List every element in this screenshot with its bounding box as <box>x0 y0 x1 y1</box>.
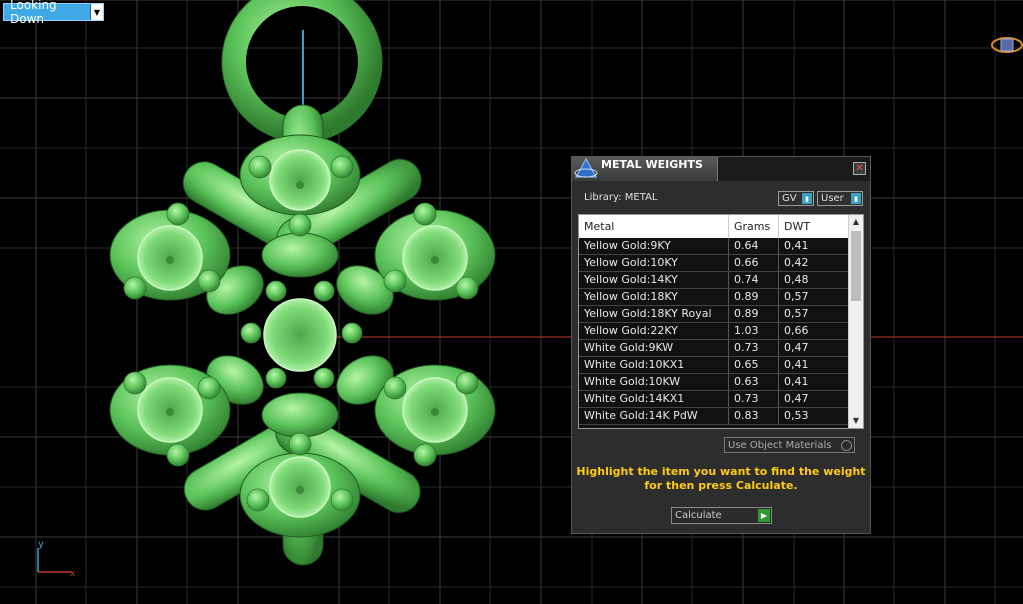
cell-grams: 0.83 <box>729 408 779 424</box>
dialog-title-tab: METAL WEIGHTS <box>572 157 718 181</box>
use-object-materials-toggle[interactable]: Use Object Materials <box>724 437 855 453</box>
scroll-up-icon[interactable]: ▲ <box>849 215 863 229</box>
table-row[interactable]: White Gold:10KW 0.63 0,41 <box>579 374 863 391</box>
table-row[interactable]: White Gold:14KX1 0.73 0,47 <box>579 391 863 408</box>
axis-x-label: x <box>70 569 76 579</box>
cell-dwt: 0,53 <box>784 409 809 422</box>
close-button[interactable]: ✕ <box>853 162 866 175</box>
table-row[interactable]: Yellow Gold:10KY 0.66 0,42 <box>579 255 863 272</box>
cell-metal: Yellow Gold:10KY <box>579 255 729 271</box>
cell-grams: 0.73 <box>729 340 779 356</box>
toggle-knob-icon: ▮ <box>851 193 861 204</box>
cell-grams: 0.74 <box>729 272 779 288</box>
table-row[interactable]: White Gold:14K PdW 0.83 0,53 <box>579 408 863 425</box>
close-icon[interactable]: ✕ <box>855 163 863 174</box>
cell-metal: White Gold:10KW <box>579 374 729 390</box>
cell-dwt: 0,41 <box>784 375 809 388</box>
cell-dwt: 0,41 <box>784 239 809 252</box>
app-logo-icon <box>574 157 598 178</box>
cell-grams: 0.65 <box>729 357 779 373</box>
instruction-text: Highlight the item you want to find the … <box>576 465 866 492</box>
cell-dwt: 0,57 <box>784 290 809 303</box>
radio-icon <box>841 439 852 451</box>
cell-metal: Yellow Gold:18KY <box>579 289 729 305</box>
user-toggle-label: User <box>821 193 844 204</box>
axis-gizmo: x y <box>37 539 76 579</box>
dialog-title: METAL WEIGHTS <box>601 158 703 171</box>
cell-dwt: 0,57 <box>784 307 809 320</box>
cell-metal: White Gold:9KW <box>579 340 729 356</box>
user-toggle[interactable]: User ▮ <box>817 191 863 206</box>
column-header-grams[interactable]: Grams <box>729 215 779 238</box>
table-row[interactable]: Yellow Gold:22KY 1.03 0,66 <box>579 323 863 340</box>
table-row[interactable]: Yellow Gold:9KY 0.64 0,41 <box>579 238 863 255</box>
gv-toggle[interactable]: GV ▮ <box>778 191 814 206</box>
table-row[interactable]: Yellow Gold:18KY 0.89 0,57 <box>579 289 863 306</box>
cell-grams: 0.73 <box>729 391 779 407</box>
play-arrow-icon: ▶ <box>758 509 770 522</box>
cell-dwt: 0,47 <box>784 392 809 405</box>
table-scrollbar[interactable]: ▲ ▼ <box>848 215 863 428</box>
scroll-down-icon[interactable]: ▼ <box>849 414 863 428</box>
axis-y-label: y <box>38 539 44 550</box>
cell-metal: Yellow Gold:22KY <box>579 323 729 339</box>
cell-grams: 0.64 <box>729 238 779 254</box>
table-header: Metal Grams DWT <box>579 215 863 238</box>
table-row-partial <box>579 425 863 428</box>
column-header-dwt[interactable]: DWT <box>779 215 835 238</box>
cell-dwt: 0,42 <box>784 256 809 269</box>
library-label: Library: METAL <box>584 192 658 203</box>
calculate-label: Calculate <box>675 510 722 521</box>
metal-weights-dialog: METAL WEIGHTS ✕ Library: METAL GV ▮ User… <box>571 156 871 534</box>
view-mode-label: Looking Down <box>10 0 57 26</box>
calculate-button[interactable]: Calculate ▶ <box>671 507 772 524</box>
scrollbar-thumb[interactable] <box>851 231 861 301</box>
cell-metal: Yellow Gold:14KY <box>579 272 729 288</box>
cell-grams: 0.89 <box>729 289 779 305</box>
view-mode-selector[interactable]: Looking Down ▼ <box>3 0 104 26</box>
cell-grams: 1.03 <box>729 323 779 339</box>
dialog-titlebar[interactable]: METAL WEIGHTS ✕ <box>572 157 870 181</box>
table-row[interactable]: White Gold:10KX1 0.65 0,41 <box>579 357 863 374</box>
view-cube-icon[interactable] <box>990 34 1023 56</box>
cell-metal: White Gold:14K PdW <box>579 408 729 424</box>
cell-dwt: 0,48 <box>784 273 809 286</box>
cell-grams: 0.63 <box>729 374 779 390</box>
cell-dwt: 0,41 <box>784 358 809 371</box>
table-body: Yellow Gold:9KY 0.64 0,41 Yellow Gold:10KY… <box>579 238 863 428</box>
table-row[interactable]: Yellow Gold:18KY Royal 0.89 0,57 <box>579 306 863 323</box>
cell-dwt: 0,66 <box>784 324 809 337</box>
cell-dwt: 0,47 <box>784 341 809 354</box>
cell-grams: 0.66 <box>729 255 779 271</box>
cell-metal: Yellow Gold:18KY Royal <box>579 306 729 322</box>
cell-metal: White Gold:14KX1 <box>579 391 729 407</box>
cell-metal: Yellow Gold:9KY <box>579 238 729 254</box>
cell-metal: White Gold:10KX1 <box>579 357 729 373</box>
metal-table[interactable]: Metal Grams DWT Yellow Gold:9KY 0.64 0,41 … <box>578 214 864 429</box>
table-row[interactable]: Yellow Gold:14KY 0.74 0,48 <box>579 272 863 289</box>
table-row[interactable]: White Gold:9KW 0.73 0,47 <box>579 340 863 357</box>
toggle-knob-icon: ▮ <box>802 193 812 204</box>
gv-toggle-label: GV <box>782 193 797 204</box>
use-object-materials-label: Use Object Materials <box>728 439 832 451</box>
column-header-metal[interactable]: Metal <box>579 215 729 238</box>
cell-grams: 0.89 <box>729 306 779 322</box>
chevron-down-icon[interactable]: ▼ <box>90 4 103 20</box>
